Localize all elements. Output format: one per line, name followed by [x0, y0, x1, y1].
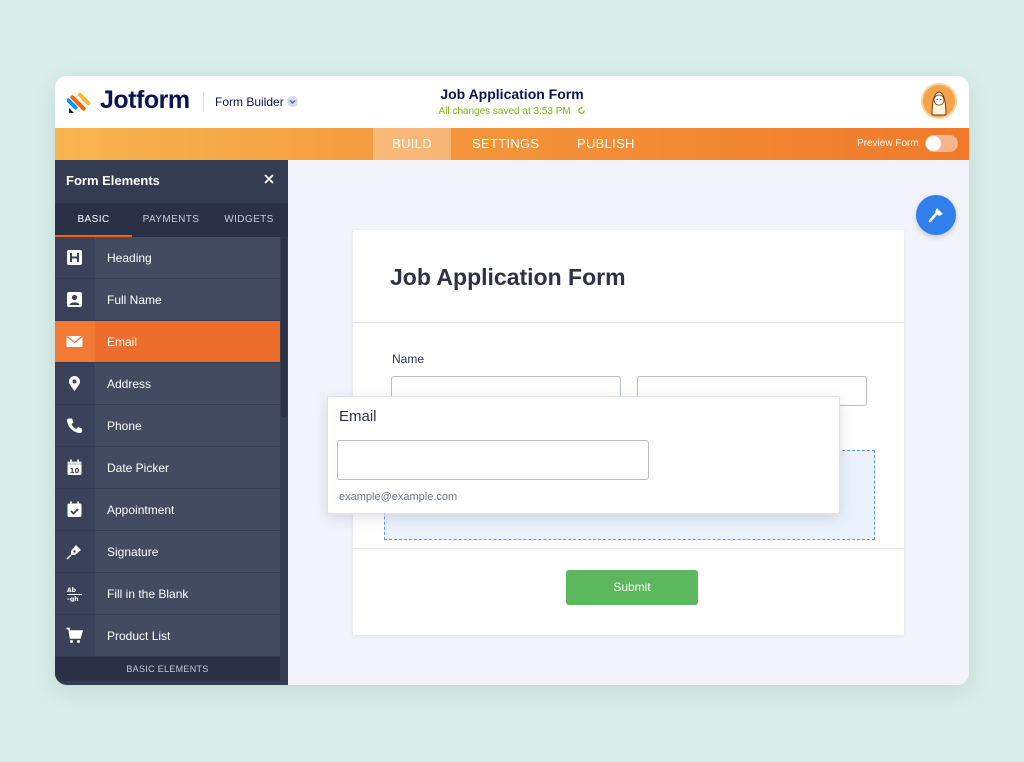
- element-icon-cell: [55, 279, 95, 320]
- element-signature[interactable]: Signature: [55, 531, 280, 573]
- svg-text:10: 10: [70, 467, 80, 475]
- user-avatar[interactable]: [921, 83, 957, 119]
- main-nav: BUILD SETTINGS PUBLISH Preview Form: [55, 128, 969, 160]
- email-field-label: Email: [339, 408, 377, 425]
- phone-icon: [67, 418, 82, 433]
- element-label: Heading: [107, 251, 152, 265]
- tab-basic[interactable]: BASIC: [55, 203, 132, 237]
- calendar-check-icon: [67, 501, 82, 517]
- element-icon-cell: [55, 363, 95, 404]
- element-full-name[interactable]: Full Name: [55, 279, 280, 321]
- element-icon-cell: 10: [55, 447, 95, 488]
- svg-text:Ab: Ab: [67, 587, 77, 594]
- element-label: Fill in the Blank: [107, 587, 189, 601]
- tab-widgets[interactable]: WIDGETS: [210, 203, 288, 237]
- calendar-icon: 10: [67, 459, 82, 475]
- tab-build[interactable]: BUILD: [373, 128, 451, 160]
- element-icon-cell: [55, 321, 95, 362]
- app-window: Jotform Form Builder Job Application For…: [55, 76, 969, 685]
- element-icon-cell: [55, 237, 95, 278]
- element-label: Appointment: [107, 503, 175, 517]
- element-list: Heading Full Name Email Address Phone 10…: [55, 237, 280, 657]
- save-status: All changes saved at 3:53 PM: [55, 106, 969, 117]
- element-icon-cell: [55, 405, 95, 446]
- top-header: Jotform Form Builder Job Application For…: [55, 76, 969, 128]
- heading-icon: [67, 250, 82, 265]
- name-field-label[interactable]: Name: [392, 352, 424, 366]
- element-icon-cell: [55, 489, 95, 530]
- element-address[interactable]: Address: [55, 363, 280, 405]
- element-icon-cell: [55, 615, 95, 656]
- element-label: Phone: [107, 419, 142, 433]
- element-date-picker[interactable]: 10 Date Picker: [55, 447, 280, 489]
- svg-text:–gh: –gh: [67, 596, 79, 602]
- form-elements-panel: Form Elements BASIC PAYMENTS WIDGETS Hea…: [55, 160, 288, 685]
- element-label: Product List: [107, 629, 171, 643]
- refresh-icon: [577, 106, 585, 114]
- tab-settings[interactable]: SETTINGS: [472, 128, 539, 160]
- section-footer-label: BASIC ELEMENTS: [55, 657, 280, 681]
- submit-button[interactable]: Submit: [566, 570, 698, 605]
- fill-blank-icon: Ab –gh: [67, 587, 82, 602]
- divider: [353, 322, 904, 323]
- element-phone[interactable]: Phone: [55, 405, 280, 447]
- element-heading[interactable]: Heading: [55, 237, 280, 279]
- tab-publish[interactable]: PUBLISH: [577, 128, 635, 160]
- document-title[interactable]: Job Application Form: [55, 86, 969, 102]
- element-label: Email: [107, 335, 138, 349]
- element-email[interactable]: Email: [55, 321, 280, 363]
- email-sublabel: example@example.com: [339, 491, 458, 503]
- divider: [353, 548, 904, 549]
- form-designer-button[interactable]: [916, 195, 956, 235]
- pen-nib-icon: [66, 545, 81, 560]
- sidebar-scrollbar[interactable]: [281, 237, 287, 417]
- element-label: Address: [107, 377, 152, 391]
- preview-form-label: Preview Form: [857, 138, 919, 149]
- element-fill-in-the-blank[interactable]: Ab –gh Fill in the Blank: [55, 573, 280, 615]
- tab-payments[interactable]: PAYMENTS: [132, 203, 210, 237]
- save-status-text: All changes saved at 3:53 PM: [438, 106, 571, 117]
- element-category-tabs: BASIC PAYMENTS WIDGETS: [55, 203, 288, 237]
- element-product-list[interactable]: Product List: [55, 615, 280, 657]
- user-card-icon: [67, 292, 82, 307]
- element-appointment[interactable]: Appointment: [55, 489, 280, 531]
- envelope-icon: [66, 335, 83, 347]
- map-pin-icon: [69, 376, 80, 391]
- element-label: Signature: [107, 545, 159, 559]
- element-icon-cell: Ab –gh: [55, 573, 95, 614]
- toggle-knob: [926, 136, 941, 151]
- email-field: [337, 440, 649, 480]
- form-title[interactable]: Job Application Form: [390, 264, 626, 291]
- element-label: Date Picker: [107, 461, 170, 475]
- panel-title: Form Elements: [66, 173, 160, 188]
- dragging-email-element[interactable]: Email example@example.com: [327, 396, 840, 514]
- element-label: Full Name: [107, 293, 162, 307]
- close-icon[interactable]: [262, 172, 276, 186]
- element-icon-cell: [55, 531, 95, 572]
- cart-icon: [66, 627, 83, 643]
- paint-roller-icon: [928, 208, 943, 223]
- preview-form-toggle[interactable]: [925, 135, 958, 152]
